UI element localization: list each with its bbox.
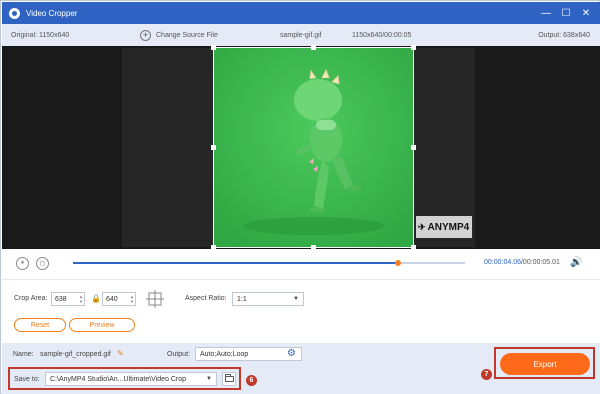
annotation-badge-6: 6	[246, 375, 257, 386]
plus-circle-icon: +	[140, 29, 151, 41]
width-spinner-icon[interactable]: ▲ ▼	[78, 294, 84, 304]
crop-handle-middle-left[interactable]	[211, 145, 216, 150]
pause-button[interactable]: ⏸	[16, 257, 29, 270]
dinosaur-figure-image	[214, 48, 413, 247]
lock-icon[interactable]: 🔒	[91, 294, 101, 303]
output-size: Output: 638x640	[538, 31, 590, 39]
crop-area-label: Crop Area:	[14, 295, 48, 302]
name-label: Name:	[13, 351, 34, 358]
output-settings-field[interactable]: Auto;Auto;Loop	[195, 347, 302, 361]
chevron-down-icon: ▼	[293, 296, 299, 302]
annotation-badge-7: 7	[481, 369, 492, 380]
reset-button[interactable]: Reset	[14, 318, 66, 332]
maximize-button[interactable]: ☐	[556, 2, 576, 24]
timeline-slider[interactable]	[73, 260, 465, 266]
video-preview-area: ✈ ANYMP4	[2, 45, 600, 250]
height-spinner-icon[interactable]: ▲ ▼	[129, 294, 135, 304]
watermark: ✈ ANYMP4	[416, 216, 472, 238]
annotation-box-export	[494, 347, 595, 379]
aspect-ratio-value: 1:1	[237, 295, 247, 303]
preview-button[interactable]: Preview	[69, 318, 135, 332]
watermark-logo-icon: ✈	[418, 221, 426, 232]
annotation-box-save-to	[8, 367, 241, 390]
change-source-button[interactable]: + Change Source File	[140, 29, 218, 41]
crop-width-value: 638	[55, 295, 67, 303]
player-controls: ⏸ ◻ 00:00:04.06/00:00:05.01 🔊	[2, 249, 600, 279]
source-file-name: sample-gif.gif	[280, 31, 322, 39]
info-bar: Original: 1150x640 + Change Source File …	[2, 24, 600, 46]
crop-region[interactable]	[213, 47, 414, 248]
total-time: /00:00:05.01	[520, 259, 560, 266]
crop-handle-top-left[interactable]	[211, 45, 216, 50]
window-controls: — ☐ ✕	[536, 2, 596, 24]
change-source-label: Change Source File	[156, 31, 218, 39]
edit-pencil-icon[interactable]: ✎	[117, 349, 124, 358]
output-file-name[interactable]: sample-gif_cropped.gif	[40, 351, 111, 358]
title-bar: Video Cropper — ☐ ✕	[2, 2, 600, 24]
app-window: Video Cropper — ☐ ✕ Original: 1150x640 +…	[0, 0, 600, 394]
stop-button[interactable]: ◻	[36, 257, 49, 270]
close-button[interactable]: ✕	[576, 2, 596, 24]
original-size: Original: 1150x640	[11, 31, 70, 39]
crop-handle-middle-right[interactable]	[411, 145, 416, 150]
center-crop-icon[interactable]	[146, 290, 164, 308]
crop-handle-top-right[interactable]	[411, 45, 416, 50]
crop-height-input[interactable]: 640 ▲ ▼	[102, 292, 136, 306]
timeline-progress	[73, 262, 399, 264]
current-time: 00:00:04.06	[484, 259, 521, 266]
crop-width-input[interactable]: 638 ▲ ▼	[51, 292, 85, 306]
output-label: Output:	[167, 351, 190, 358]
crop-height-value: 640	[106, 295, 118, 303]
timeline-knob[interactable]	[395, 260, 402, 266]
window-title: Video Cropper	[26, 8, 78, 18]
volume-icon[interactable]: 🔊	[570, 257, 582, 268]
watermark-text: ANYMP4	[427, 221, 470, 233]
app-logo-icon	[9, 7, 20, 19]
source-dims-duration: 1150x640/00:00:05	[352, 31, 412, 39]
crop-handle-top-middle[interactable]	[311, 45, 316, 50]
aspect-ratio-select[interactable]: 1:1 ▼	[232, 292, 304, 306]
crop-settings: Crop Area: 638 ▲ ▼ 🔒 640 ▲ ▼ Aspect Ratio:…	[2, 279, 600, 343]
gear-icon[interactable]: ⚙	[287, 348, 296, 359]
timecode: 00:00:04.06/00:00:05.01	[484, 259, 560, 266]
aspect-ratio-label: Aspect Ratio:	[185, 295, 227, 302]
minimize-button[interactable]: —	[536, 2, 556, 24]
